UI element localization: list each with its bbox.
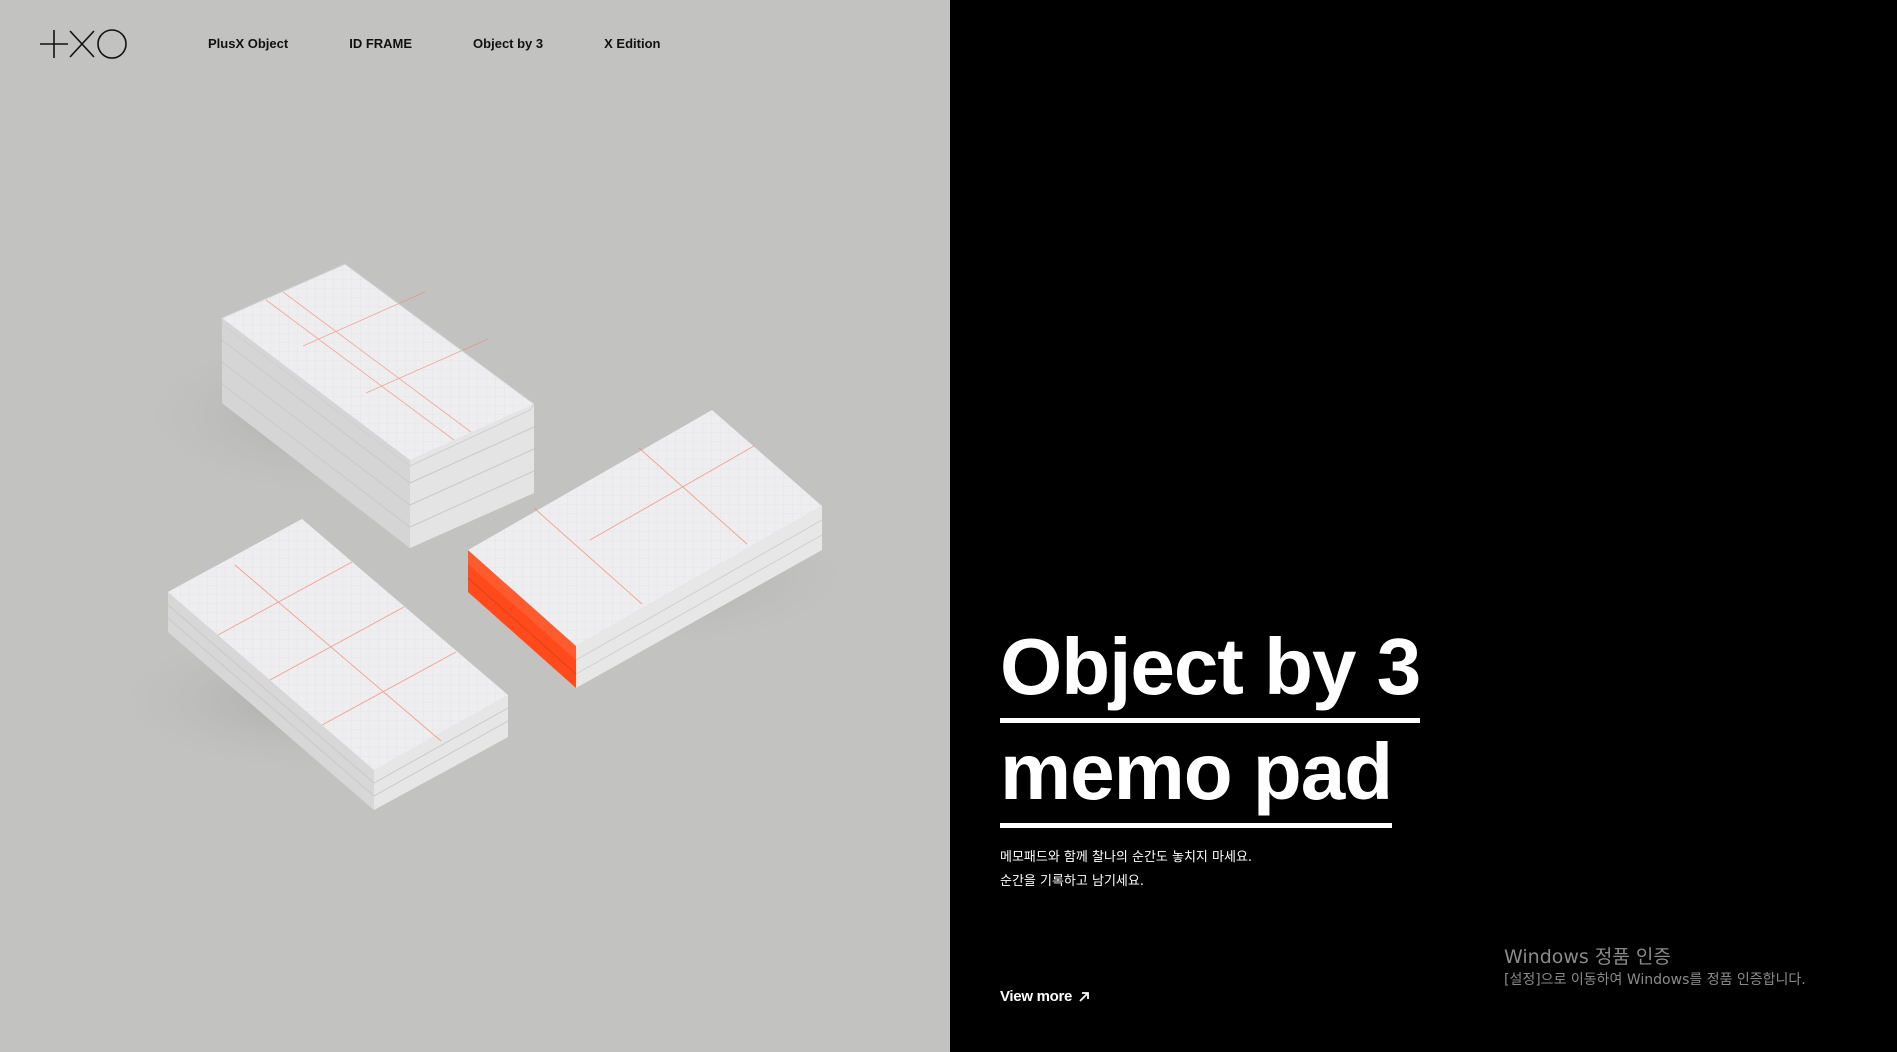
hero-description-line-2: 순간을 기록하고 남기세요. <box>1000 874 1144 889</box>
hero-title: Object by 3 memo pad <box>1000 618 1421 828</box>
watermark-title: Windows 정품 인증 <box>1504 946 1671 968</box>
memo-pad-stack-1 <box>221 263 535 548</box>
nav-item-x-edition[interactable]: X Edition <box>604 36 660 51</box>
hero-title-line-2: memo pad <box>1000 723 1393 828</box>
hero-description-line-1: 메모패드와 함께 찰나의 순간도 놓치지 마세요. <box>1000 850 1253 865</box>
product-image-panel: PlusX Object ID FRAME Object by 3 X Edit… <box>0 0 950 1052</box>
page: PlusX Object ID FRAME Object by 3 X Edit… <box>0 0 1897 1052</box>
nav-item-id-frame[interactable]: ID FRAME <box>349 36 412 51</box>
memo-pad-product-photo <box>95 263 870 810</box>
nav-item-plusx-object[interactable]: PlusX Object <box>208 36 288 51</box>
nav-item-object-by-3[interactable]: Object by 3 <box>473 36 543 51</box>
hero-text-panel <box>950 0 1897 1052</box>
windows-activation-watermark: Windows 정품 인증 [설정]으로 이동하여 Windows를 정품 인증… <box>1504 944 1806 990</box>
plusx-logo[interactable] <box>38 26 130 62</box>
view-more-link[interactable]: View more <box>1000 988 1090 1005</box>
hero-description: 메모패드와 함께 찰나의 순간도 놓치지 마세요. 순간을 기록하고 남기세요. <box>1000 846 1252 894</box>
main-nav: PlusX Object ID FRAME Object by 3 X Edit… <box>208 36 721 51</box>
watermark-subtitle: [설정]으로 이동하여 Windows를 정품 인증합니다. <box>1504 972 1806 988</box>
hero-title-line-1: Object by 3 <box>1000 618 1421 723</box>
view-more-label: View more <box>1000 988 1073 1005</box>
arrow-up-right-icon <box>1079 991 1089 1002</box>
